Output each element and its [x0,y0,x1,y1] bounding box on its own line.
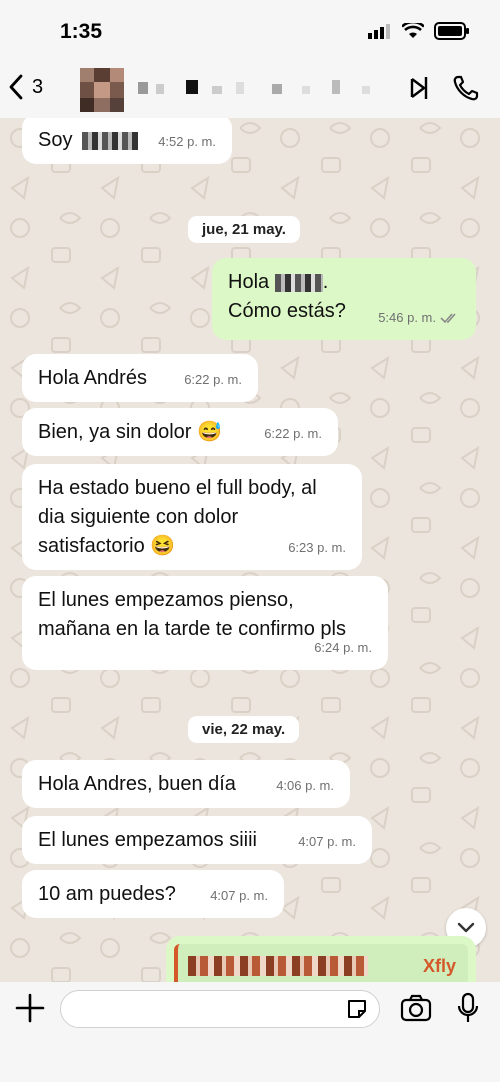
message-time: 6:22 p. m. [264,426,322,441]
message-text: Hola Andrés [38,367,147,389]
message-time: 4:52 p. m. [158,134,216,149]
phone-icon[interactable] [452,74,480,102]
date-separator: jue, 21 may. [188,216,300,243]
message-line: El lunes empezamos pienso, [38,589,294,611]
unread-count: 3 [32,75,44,98]
signal-icon [368,24,390,39]
message-composer [0,982,500,1082]
back-button[interactable]: 3 [8,74,43,100]
plus-icon[interactable] [14,992,46,1024]
message-text: Hola [228,271,270,293]
status-bar: 1:35 [0,0,500,62]
header-actions [408,74,480,102]
battery-icon [434,22,469,40]
message-incoming[interactable]: El lunes empezamos siiii 4:07 p. m. [22,816,372,864]
message-text: El lunes empezamos siiii [38,829,257,851]
system-icons [368,22,470,40]
message-text: . [322,271,329,293]
redacted-name [274,273,323,292]
message-line: Ha estado bueno el full body, al [38,477,317,499]
redacted-quote [188,956,368,976]
message-text: Bien, ya sin dolor 😅 [38,421,222,443]
chevron-down-icon [457,922,475,933]
message-time: 4:07 p. m. [210,888,268,903]
quoted-sender-name: Xfly [422,956,456,976]
message-time: 4:07 p. m. [298,834,356,849]
message-incoming[interactable]: El lunes empezamos pienso, mañana en la … [22,576,388,670]
message-line: Hola . [228,268,460,297]
video-call-icon[interactable] [408,75,430,101]
back-chevron-icon [9,74,23,100]
quoted-reply[interactable]: Xfly [174,944,468,982]
avatar[interactable] [80,68,124,112]
message-text: 10 am puedes? [38,883,176,905]
sticker-icon[interactable] [345,997,369,1021]
message-input[interactable] [60,990,380,1028]
message-time: 4:06 p. m. [276,778,334,793]
message-text: Soy [38,129,73,151]
date-separator: vie, 22 may. [188,716,300,743]
message-time: 6:23 p. m. [288,540,346,555]
message-time: 6:24 p. m. [314,640,372,655]
chat-area[interactable]: Soy 4:52 p. m. jue, 21 may. Hola . Cómo … [0,118,500,982]
message-outgoing[interactable]: Hola . Cómo estás? 5:46 p. m. [212,258,476,340]
message-incoming[interactable]: Hola Andrés 6:22 p. m. [22,354,258,402]
message-incoming[interactable]: Ha estado bueno el full body, al dia sig… [22,464,362,570]
message-line: dia siguiente con dolor [38,506,239,528]
contact-name-redacted[interactable] [132,76,432,100]
message-text: Hola Andres, buen día [38,773,236,795]
microphone-icon[interactable] [456,992,480,1024]
wifi-icon [402,23,424,38]
message-outgoing-partial[interactable]: Xfly [166,936,476,982]
redacted-name [82,131,139,150]
message-meta: 5:46 p. m. [378,303,460,332]
message-incoming[interactable]: Bien, ya sin dolor 😅 6:22 p. m. [22,408,338,456]
double-check-icon [440,312,456,323]
message-time: 6:22 p. m. [184,372,242,387]
message-incoming[interactable]: Soy 4:52 p. m. [22,118,232,164]
message-time: 5:46 p. m. [378,310,436,325]
status-time: 1:35 [60,20,103,43]
camera-icon[interactable] [400,994,432,1022]
message-incoming[interactable]: Hola Andres, buen día 4:06 p. m. [22,760,350,808]
chat-header: 3 [0,62,500,119]
message-incoming[interactable]: 10 am puedes? 4:07 p. m. [22,870,284,918]
